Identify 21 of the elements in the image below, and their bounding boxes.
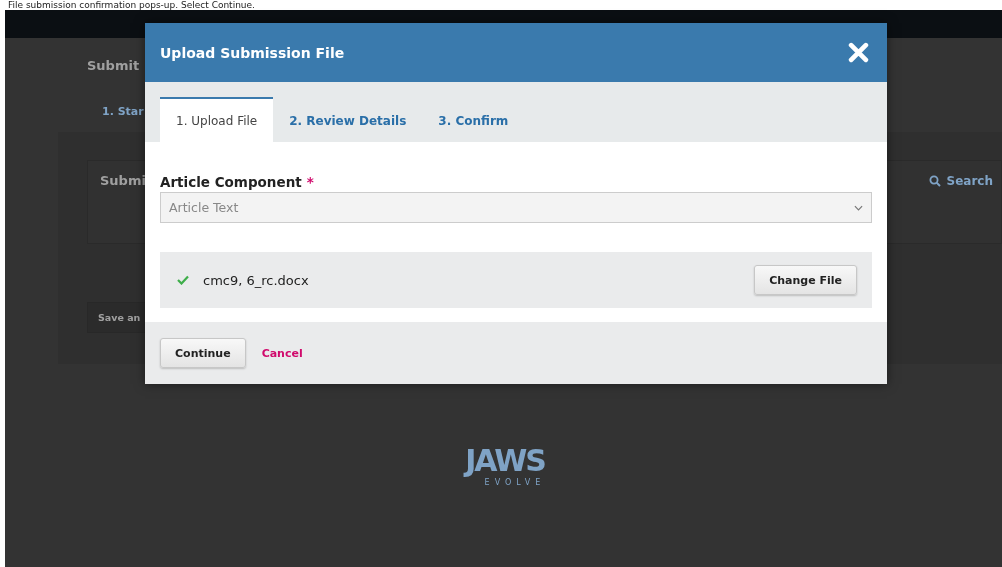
step-tab[interactable]: 1. Upload File (160, 97, 274, 142)
continue-button[interactable]: Continue (160, 338, 246, 368)
panel-title: Submi (100, 173, 146, 188)
search-link[interactable]: Search (928, 173, 993, 188)
search-icon (928, 174, 941, 187)
component-select[interactable]: Article Text (160, 192, 872, 223)
step-tab[interactable]: 3. Confirm (422, 97, 525, 142)
logo-wordmark: JAWS (465, 444, 545, 478)
page-title: Submit (87, 58, 141, 75)
logo-tagline: EVOLVE (484, 478, 546, 488)
close-icon[interactable] (848, 42, 869, 63)
dialog-title: Upload Submission File (160, 44, 345, 61)
file-name: cmc9, 6_rc.docx (203, 272, 310, 288)
caption-text: File submission confirmation pops-up. Select Continue. (7, 0, 256, 10)
chevron-down-icon (854, 204, 863, 211)
step-tab[interactable]: 1. Star (102, 105, 144, 118)
required-mark: * (306, 174, 314, 190)
cancel-link[interactable]: Cancel (261, 346, 303, 360)
field-label: Article Component (160, 174, 302, 190)
change-file-button[interactable]: Change File (754, 265, 857, 295)
step-tab[interactable]: 2. Review Details (273, 97, 423, 142)
